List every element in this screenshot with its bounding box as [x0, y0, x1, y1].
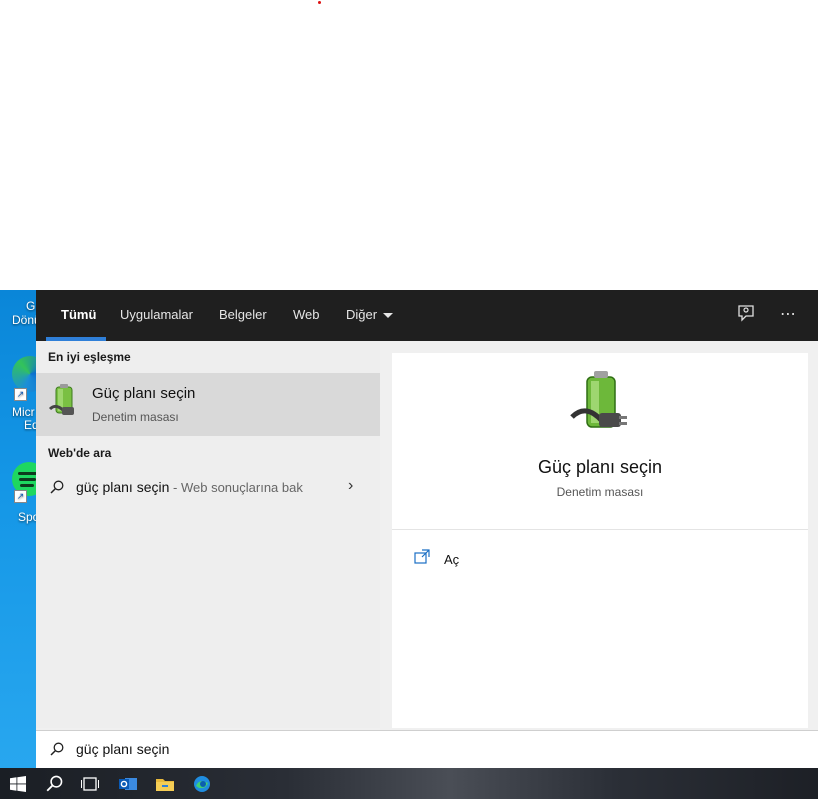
search-panel: Tümü Uygulamalar Belgeler Web Diğer ⋯ En…: [36, 290, 818, 768]
web-search-header: Web'de ara: [48, 446, 112, 460]
power-plan-icon: [48, 384, 74, 415]
best-match-header: En iyi eşleşme: [48, 350, 131, 364]
more-icon[interactable]: ⋯: [777, 304, 799, 326]
shortcut-arrow-icon: ↗: [14, 388, 27, 401]
best-match-title: Güç planı seçin: [92, 385, 196, 402]
outlook-icon[interactable]: [110, 768, 146, 799]
task-view-icon[interactable]: [72, 768, 108, 799]
feedback-icon[interactable]: [735, 304, 757, 326]
desktop-item-label: Spo: [18, 510, 36, 524]
desktop-item-edge[interactable]: ↗ Micr Ed: [0, 356, 36, 436]
desktop-item-label: Ed: [24, 418, 36, 432]
tab-more-label: Diğer: [346, 307, 378, 322]
results-list: En iyi eşleşme Güç planı seçin Denetim m…: [36, 341, 380, 728]
divider: [392, 529, 808, 530]
desktop-item-top[interactable]: Gı Dönü: [0, 298, 36, 338]
shortcut-arrow-icon: ↗: [14, 490, 27, 503]
web-result-query: güç planı seçin: [76, 479, 170, 495]
search-icon: [50, 742, 64, 756]
search-icon: [50, 480, 64, 494]
search-tab-bar: Tümü Uygulamalar Belgeler Web Diğer ⋯: [36, 290, 818, 341]
preview-pane: Güç planı seçin Denetim masası Aç: [392, 353, 808, 728]
windows-start-icon[interactable]: [0, 768, 36, 799]
web-result-suffix: - Web sonuçlarına bak: [169, 480, 303, 495]
search-box[interactable]: güç planı seçin: [36, 730, 818, 768]
desktop-item-label: Gı: [26, 299, 36, 313]
web-result-text: güç planı seçin - Web sonuçlarına bak: [76, 479, 303, 495]
chevron-down-icon: [383, 313, 394, 319]
preview-title: Güç planı seçin: [537, 457, 663, 477]
tab-apps[interactable]: Uygulamalar: [120, 290, 193, 341]
red-dot-marker: [318, 1, 321, 4]
taskbar: [0, 768, 818, 799]
search-icon[interactable]: [36, 768, 72, 799]
preview-subtitle: Denetim masası: [556, 485, 644, 499]
desktop: Gı Dönü ↗ Micr Ed ↗ Spo: [0, 290, 36, 768]
desktop-item-label: Dönü: [12, 313, 36, 327]
tab-web[interactable]: Web: [293, 290, 320, 341]
open-action-label: Aç: [444, 552, 460, 567]
best-match-subtitle: Denetim masası: [92, 410, 179, 424]
tab-more[interactable]: Diğer: [346, 290, 394, 341]
open-icon: [414, 549, 430, 564]
best-match-item[interactable]: Güç planı seçin Denetim masası: [36, 373, 380, 436]
edge-icon: [12, 356, 36, 392]
power-plan-icon: [570, 371, 627, 428]
edge-icon[interactable]: [184, 768, 220, 799]
tab-all[interactable]: Tümü: [61, 290, 96, 341]
file-explorer-icon[interactable]: [147, 768, 183, 799]
desktop-item-spotify[interactable]: ↗ Spo: [0, 462, 36, 526]
search-input[interactable]: güç planı seçin: [76, 741, 169, 757]
chevron-right-icon[interactable]: ›: [348, 477, 353, 495]
browser-page-area: [0, 0, 818, 290]
web-result-item[interactable]: güç planı seçin - Web sonuçlarına bak ›: [36, 469, 380, 505]
tab-documents[interactable]: Belgeler: [219, 290, 267, 341]
